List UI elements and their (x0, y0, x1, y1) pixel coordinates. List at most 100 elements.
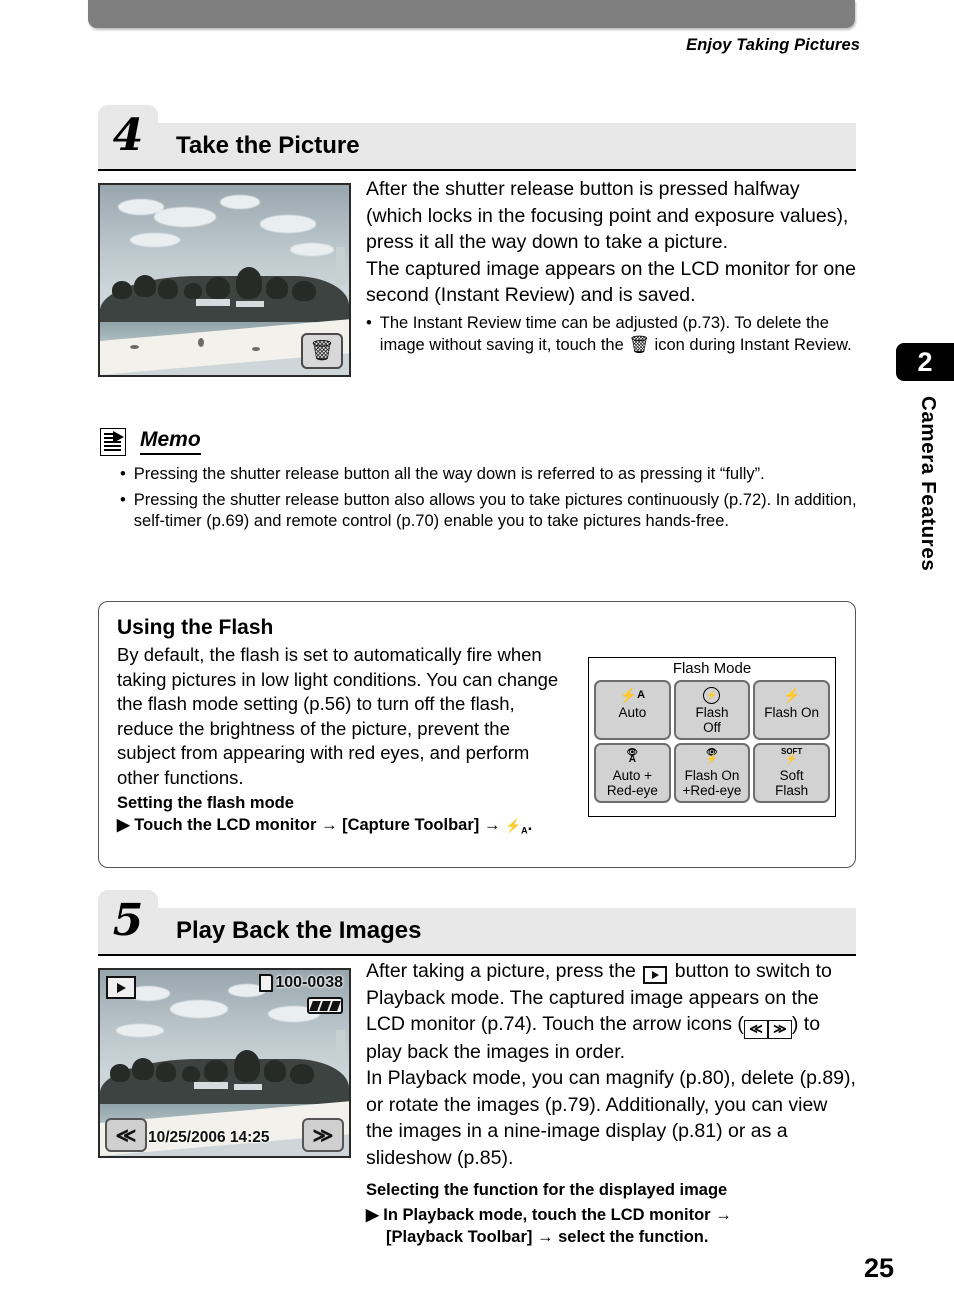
flash-box-paragraph: By default, the flash is set to automati… (117, 644, 559, 788)
memory-card-icon (259, 974, 274, 992)
memo-block: Memo • Pressing the shutter release butt… (100, 428, 860, 533)
playback-screenshot: 100-0038 ≪ 10/25/2006 14:25 ≫ (98, 968, 351, 1158)
palm-tree (134, 275, 156, 297)
step-5-subheading: Selecting the function for the displayed… (366, 1181, 728, 1200)
flash-mode-off-label: Flash Off (695, 705, 729, 735)
running-head: Enjoy Taking Pictures (686, 36, 860, 54)
flash-mode-soft-button[interactable]: SOFT ⚡ Soft Flash (753, 743, 830, 803)
previous-image-button[interactable]: ≪ (105, 1118, 147, 1152)
step-4-body: After the shutter release button is pres… (366, 176, 858, 357)
palm-tree (236, 267, 262, 299)
step-4-rule (98, 169, 856, 171)
step-marker-icon: ▶ (117, 816, 130, 834)
flash-box-subheading: Setting the flash mode (117, 794, 294, 812)
palm-tree (264, 1060, 286, 1082)
flash-auto-icon: ⚡A (504, 818, 528, 836)
flash-mode-button-grid: ⚡ A Auto ⚡ Flash Off ⚡ Flash On 👁 A Auto +… (589, 677, 835, 808)
palm-tree (234, 1050, 260, 1082)
palm-tree (266, 277, 288, 299)
page-number: 25 (863, 1253, 894, 1283)
step-marker-icon: ▶ (366, 1206, 379, 1225)
flash-mode-auto-label: Auto (618, 705, 647, 720)
step-5-body: After taking a picture, press the button… (366, 958, 858, 1248)
step-5-paragraph-2: In Playback mode, you can magnify (p.80)… (366, 1067, 856, 1169)
flash-mode-auto-red-eye-label: Auto + Red-eye (606, 768, 658, 798)
memo-item: • Pressing the shutter release button al… (120, 490, 860, 533)
flash-mode-on-label: Flash On (764, 705, 820, 720)
step-4-badge: 4 (98, 105, 158, 169)
cloud (220, 195, 260, 209)
flash-box-procedure: ▶ Touch the LCD monitor → [Capture Toolb… (117, 815, 572, 836)
beach-figure (198, 338, 204, 347)
arrow-icon: → (320, 816, 338, 834)
playback-mode-icon (106, 976, 136, 999)
palm-tree (158, 279, 178, 299)
top-banner (88, 0, 855, 28)
step-4-note-text: The Instant Review time can be adjusted … (380, 313, 858, 357)
procedure-part-1: Touch the LCD monitor (134, 816, 317, 834)
flash-off-icon: ⚡ (703, 685, 721, 705)
delete-button[interactable]: 🗑 (301, 333, 343, 369)
next-image-button[interactable]: ≫ (302, 1118, 344, 1152)
palm-tree (132, 1058, 154, 1080)
procedure-part-3: select the function. (558, 1228, 709, 1247)
bullet-dot: • (120, 465, 126, 483)
flash-mode-on-button[interactable]: ⚡ Flash On (753, 680, 830, 740)
step-4-note: • The Instant Review time can be adjuste… (366, 313, 858, 357)
procedure-part-2: [Capture Toolbar] (342, 816, 480, 834)
step-4-heading: 4 Take the Picture (98, 105, 856, 171)
step-5-heading: 5 Play Back the Images (98, 890, 856, 956)
procedure-part-3: . (527, 816, 533, 834)
flash-mode-panel: Flash Mode ⚡ A Auto ⚡ Flash Off ⚡ Flash O… (588, 657, 836, 817)
tower (336, 1030, 345, 1066)
flash-auto-icon: ⚡A (619, 687, 646, 703)
bullet-dot: • (120, 490, 126, 509)
memo-item: • Pressing the shutter release button al… (120, 464, 860, 486)
palm-tree (290, 1064, 314, 1084)
arrow-left-icon: ≪ (743, 1019, 768, 1039)
procedure-part-2: [Playback Toolbar] (386, 1228, 533, 1247)
cloud (290, 243, 334, 256)
bullet-dot: • (366, 313, 372, 332)
building (234, 1084, 262, 1090)
flash-mode-auto-button[interactable]: ⚡ A Auto (594, 680, 671, 740)
chapter-tab: 2 (896, 343, 954, 381)
trash-icon: 🗑 (309, 340, 335, 362)
flash-mode-off-button[interactable]: ⚡ Flash Off (673, 680, 751, 740)
arrow-right-icon: ≫ (312, 1124, 334, 1147)
flash-mode-auto-red-eye-button[interactable]: 👁 A Auto + Red-eye (594, 743, 671, 803)
arrow-right-icon: ≫ (767, 1019, 792, 1039)
cloud (116, 1024, 164, 1037)
memo-item-text: Pressing the shutter release button all … (133, 465, 765, 483)
cloud (130, 233, 180, 247)
step-5-procedure: ▶ In Playback mode, touch the LCD monito… (366, 1204, 858, 1248)
cloud (170, 1000, 228, 1018)
cloud (260, 215, 316, 233)
file-number-display: 100-0038 (259, 974, 343, 992)
palm-tree (292, 281, 316, 301)
tower (336, 247, 345, 285)
memo-title: Memo (140, 428, 201, 455)
palm-tree (156, 1062, 176, 1082)
palm-tree (204, 1060, 228, 1082)
palm-tree (112, 281, 132, 299)
step-5-badge: 5 (98, 890, 158, 954)
note-part-2: icon during Instant Review. (654, 336, 852, 354)
step-4-paragraph-2: The captured image appears on the LCD mo… (366, 257, 856, 307)
building (194, 1082, 228, 1089)
step-5-paragraph-1: After taking a picture, press the button… (366, 958, 858, 1065)
flash-mode-soft-label: Soft Flash (775, 768, 809, 798)
flash-box-heading: Using the Flash (117, 616, 274, 639)
step-5-title: Play Back the Images (176, 917, 422, 944)
flash-mode-on-red-eye-button[interactable]: 👁 ⚡ Flash On +Red-eye (673, 743, 751, 803)
step-5-rule (98, 954, 856, 956)
building (196, 299, 230, 306)
palm-tree (110, 1064, 130, 1082)
palm-tree (182, 1066, 200, 1082)
arrow-left-icon: ≪ (115, 1124, 137, 1147)
soft-flash-icon: SOFT ⚡ (780, 747, 803, 765)
flash-on-red-eye-icon: 👁 ⚡ (705, 747, 719, 765)
auto-red-eye-icon: 👁 A (626, 747, 639, 765)
procedure-part-1: In Playback mode, touch the LCD monitor (383, 1206, 711, 1225)
chapter-number: 2 (917, 346, 933, 377)
